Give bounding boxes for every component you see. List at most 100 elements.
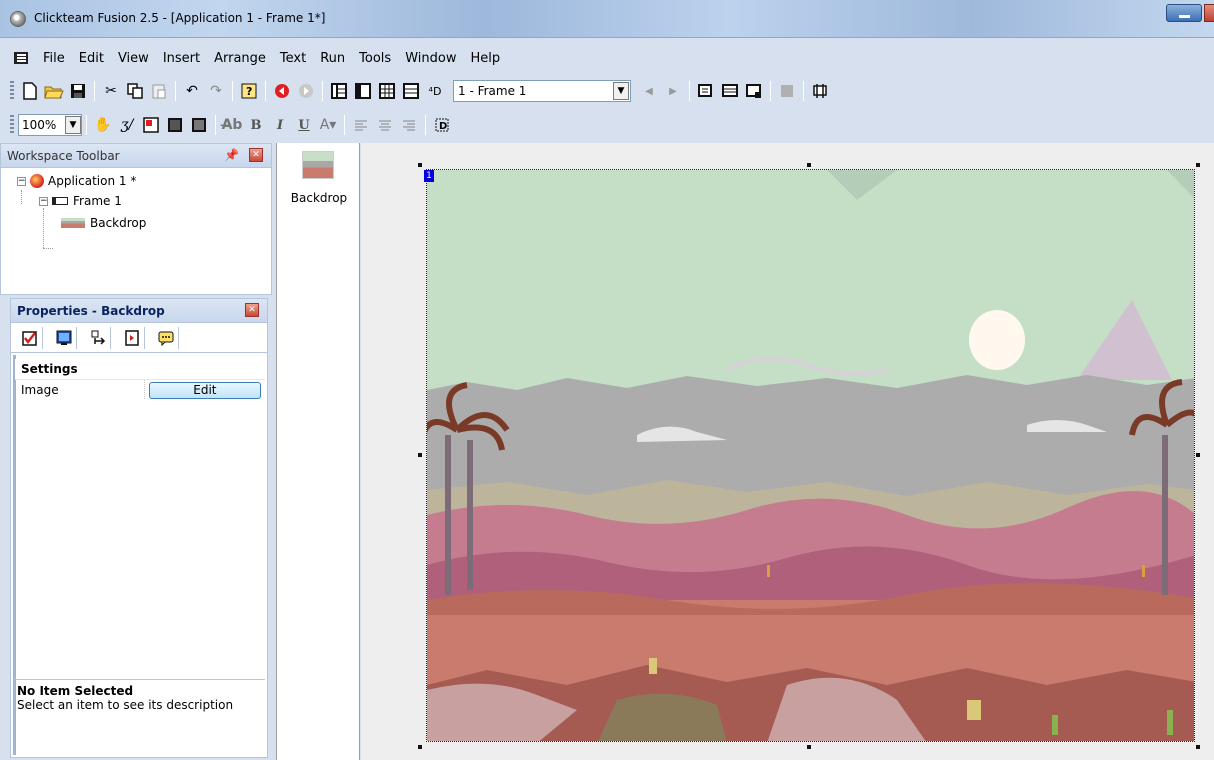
storyboard-editor-icon[interactable] [328, 80, 350, 102]
redo-icon[interactable]: ↷ [205, 80, 227, 102]
menu-help[interactable]: Help [463, 51, 507, 66]
resize-handle[interactable] [418, 745, 422, 749]
description-title: No Item Selected [17, 684, 134, 698]
menu-window[interactable]: Window [398, 51, 463, 66]
edit-image-button[interactable]: Edit [148, 382, 261, 399]
frame-properties-icon[interactable] [743, 80, 765, 102]
resize-handle[interactable] [807, 745, 811, 749]
toolbar-separator [344, 115, 345, 135]
resize-handle[interactable] [1196, 453, 1200, 457]
resize-handle[interactable] [807, 163, 811, 167]
toolbar-grip[interactable] [10, 115, 14, 135]
editor-toolbar: 100% ▼ ✋ ʒ/ A̶b B I U A▾ D [10, 110, 454, 140]
menu-tools[interactable]: Tools [352, 51, 398, 66]
tab-about[interactable] [153, 326, 179, 349]
toolbar-separator [94, 81, 95, 101]
snap-to-grid-icon[interactable] [164, 114, 186, 136]
help-icon[interactable]: ? [238, 80, 260, 102]
close-button[interactable] [1204, 4, 1214, 22]
pin-icon[interactable]: 📌 [224, 148, 239, 162]
next-frame-icon[interactable]: ▶ [662, 80, 684, 102]
event-editor-icon[interactable] [376, 80, 398, 102]
zoom-value: 100% [22, 118, 57, 132]
backdrop-thumbnail[interactable] [302, 151, 334, 179]
previous-frame-icon[interactable]: ◀ [638, 80, 660, 102]
frame-selector[interactable]: 1 - Frame 1 ▼ [453, 80, 631, 102]
object-shelf: Backdrop [276, 143, 360, 760]
layers-icon[interactable] [809, 80, 831, 102]
text-color-icon[interactable]: A▾ [317, 114, 339, 136]
toolbar-grip[interactable] [10, 81, 14, 101]
run-application-icon[interactable] [271, 80, 293, 102]
cut-icon[interactable]: ✂ [100, 80, 122, 102]
frame-editor-icon[interactable] [352, 80, 374, 102]
add-frame-icon[interactable] [695, 80, 717, 102]
tab-runtime-options[interactable] [119, 326, 145, 349]
property-grid: Settings Image Edit [15, 359, 265, 399]
resize-handle[interactable] [418, 453, 422, 457]
workspace-tree: − Application 1 * − Frame 1 Backdrop [1, 168, 271, 249]
zoom-selector[interactable]: 100% ▼ [18, 114, 82, 136]
insert-frame-icon[interactable] [719, 80, 741, 102]
bold-button[interactable]: B [245, 114, 267, 136]
menu-run[interactable]: Run [313, 51, 352, 66]
chevron-down-icon[interactable]: ▼ [65, 116, 81, 134]
undo-icon[interactable]: ↶ [181, 80, 203, 102]
menu-view[interactable]: View [111, 51, 156, 66]
grid-setup-icon[interactable] [188, 114, 210, 136]
close-icon[interactable]: ✕ [245, 303, 259, 317]
stop-icon[interactable] [776, 80, 798, 102]
backdrop-thumbnail-label: Backdrop [290, 191, 348, 205]
hand-tool-icon[interactable]: ✋ [92, 114, 114, 136]
toolbar-separator [232, 81, 233, 101]
collapse-icon[interactable]: − [39, 196, 48, 206]
application-icon [30, 174, 44, 188]
menu-icon[interactable] [14, 52, 28, 64]
align-right-icon[interactable] [398, 114, 420, 136]
tab-settings[interactable] [17, 326, 43, 349]
clickteam-app-icon[interactable] [10, 11, 26, 27]
tree-item-backdrop[interactable]: Backdrop [61, 216, 146, 230]
align-center-icon[interactable] [374, 114, 396, 136]
menu-file[interactable]: File [36, 51, 72, 66]
font-icon[interactable]: A̶b [221, 114, 243, 136]
menu-text[interactable]: Text [273, 51, 313, 66]
drawing-tool-icon[interactable]: ʒ/ [116, 114, 138, 136]
chevron-down-icon[interactable]: ▼ [613, 82, 629, 100]
resize-handle[interactable] [1196, 163, 1200, 167]
copy-icon[interactable] [124, 80, 146, 102]
toolbar-separator [215, 115, 216, 135]
menu-arrange[interactable]: Arrange [207, 51, 273, 66]
window-title: Clickteam Fusion 2.5 - [Application 1 - … [34, 11, 326, 25]
property-section-settings: Settings [15, 359, 265, 379]
tree-connector [43, 208, 44, 248]
minimize-button[interactable] [1166, 4, 1202, 22]
italic-button[interactable]: I [269, 114, 291, 136]
data-elements-icon[interactable]: ⁴D [424, 80, 446, 102]
paste-icon[interactable] [148, 80, 170, 102]
tree-item-application[interactable]: − Application 1 * [17, 174, 136, 188]
backdrop-icon [61, 218, 85, 228]
event-list-editor-icon[interactable] [400, 80, 422, 102]
frame-editor[interactable]: 1 [361, 143, 1214, 760]
resize-handle[interactable] [418, 163, 422, 167]
underline-button[interactable]: U [293, 114, 315, 136]
resize-handle[interactable] [1196, 745, 1200, 749]
menu-insert[interactable]: Insert [156, 51, 207, 66]
align-left-icon[interactable] [350, 114, 372, 136]
tab-size-position[interactable] [85, 326, 111, 349]
tab-display[interactable] [51, 326, 77, 349]
run-frame-icon[interactable] [295, 80, 317, 102]
fit-to-text-icon[interactable]: D [431, 114, 453, 136]
tree-item-frame[interactable]: − Frame 1 [39, 194, 122, 208]
menu-edit[interactable]: Edit [72, 51, 111, 66]
open-folder-icon[interactable] [43, 80, 65, 102]
close-icon[interactable]: ✕ [249, 148, 263, 162]
description-box: No Item Selected Select an item to see i… [15, 679, 265, 755]
backdrop-image[interactable] [426, 169, 1195, 742]
new-file-icon[interactable] [19, 80, 41, 102]
show-grid-icon[interactable] [140, 114, 162, 136]
workspace-panel: Workspace Toolbar 📌 ✕ − Application 1 * … [0, 143, 272, 295]
save-icon[interactable] [67, 80, 89, 102]
collapse-icon[interactable]: − [17, 176, 26, 186]
